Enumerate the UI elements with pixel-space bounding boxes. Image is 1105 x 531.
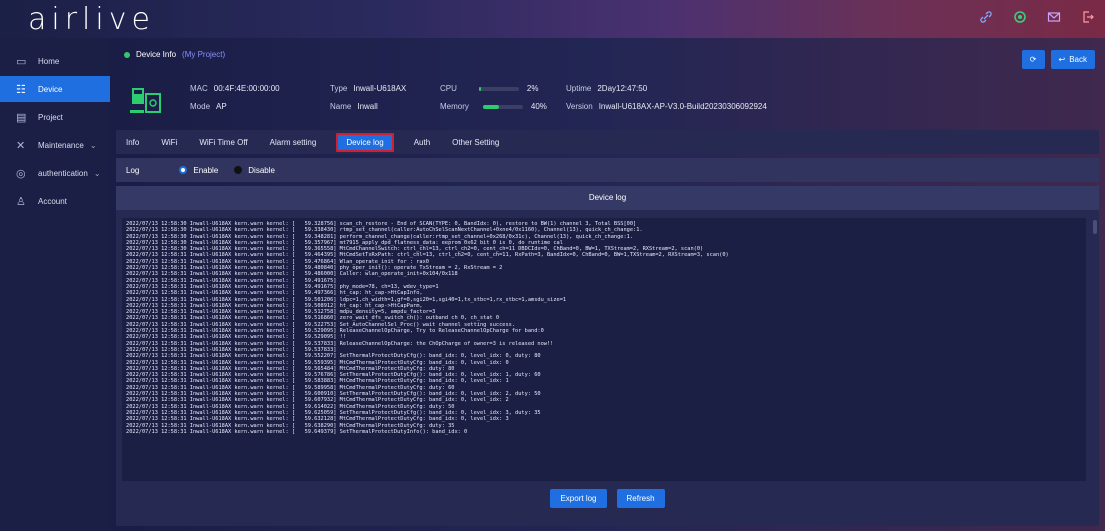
type-field: Type Inwall-U618AX bbox=[330, 84, 406, 93]
tab-other-setting[interactable]: Other Setting bbox=[450, 135, 501, 150]
cpu-bar-fill bbox=[478, 86, 482, 91]
tab-alarm-setting[interactable]: Alarm setting bbox=[268, 135, 319, 150]
project-name: (My Project) bbox=[182, 50, 226, 59]
version-field: Version Inwall-U618AX-AP-V3.0-Build202303… bbox=[566, 102, 767, 111]
cpu-label: CPU bbox=[440, 84, 457, 93]
back-label: Back bbox=[1069, 55, 1087, 64]
sidebar-item-home[interactable]: ▭ Home bbox=[0, 48, 110, 74]
device-info: MAC 00:4F:4E:00:00:00 Mode AP Type Inwall-U… bbox=[124, 80, 1084, 128]
tab-bar: Info WiFi WiFi Time Off Alarm setting De… bbox=[116, 130, 1099, 154]
cpu-value: 2% bbox=[526, 84, 539, 93]
top-icons bbox=[977, 8, 1097, 26]
memory-value: 40% bbox=[530, 102, 547, 111]
sidebar: ▭ Home ☷ Device ▤ Project ✕ Maintenance … bbox=[0, 38, 110, 531]
cpu-bar bbox=[478, 86, 519, 91]
uptime-field: Uptime 2Day12:47:50 bbox=[566, 84, 647, 93]
refresh-button[interactable]: ⟳ bbox=[1021, 50, 1045, 69]
sidebar-item-label: Maintenance bbox=[38, 140, 84, 150]
chevron-down-icon: ⌄ bbox=[93, 168, 101, 178]
back-button[interactable]: ↩ Back bbox=[1050, 50, 1095, 69]
mac-field: MAC 00:4F:4E:00:00:00 bbox=[190, 84, 280, 93]
mode-field: Mode AP bbox=[190, 102, 227, 111]
users-icon: ♙ bbox=[16, 195, 26, 208]
page-title: Device Info bbox=[136, 50, 177, 59]
enable-radio[interactable] bbox=[179, 166, 188, 174]
enable-label: Enable bbox=[193, 165, 219, 175]
mode-value: AP bbox=[216, 102, 227, 111]
sidebar-item-authentication[interactable]: ◎ authentication ⌄ bbox=[0, 160, 110, 186]
uptime-label: Uptime bbox=[566, 84, 592, 93]
type-value: Inwall-U618AX bbox=[353, 84, 407, 93]
log-line: 2022/07/13 12:58:31 Inwall-U618AX kern.w… bbox=[126, 428, 468, 435]
tab-auth[interactable]: Auth bbox=[412, 135, 432, 150]
sidebar-item-label: Home bbox=[38, 56, 60, 66]
device-icon bbox=[130, 88, 161, 113]
settings-icon[interactable] bbox=[1011, 8, 1029, 26]
header-buttons: ⟳ ↩ Back bbox=[1021, 50, 1095, 69]
top-bar: airlive bbox=[0, 0, 1105, 38]
version-label: Version bbox=[566, 102, 593, 111]
sidebar-item-label: authentication bbox=[38, 168, 88, 178]
log-setting-row: Log Enable Disable bbox=[116, 158, 1099, 182]
logout-icon[interactable] bbox=[1079, 8, 1097, 26]
sidebar-item-device[interactable]: ☷ Device bbox=[0, 76, 110, 102]
export-log-button[interactable]: Export log bbox=[550, 489, 607, 508]
tab-device-log[interactable]: Device log bbox=[336, 132, 394, 152]
log-label: Log bbox=[126, 165, 140, 175]
sidebar-item-account[interactable]: ♙ Account bbox=[0, 188, 110, 214]
sidebar-item-label: Device bbox=[38, 84, 63, 94]
device-list-icon: ☷ bbox=[16, 83, 26, 96]
uptime-value: 2Day12:47:50 bbox=[597, 84, 648, 93]
name-value: Inwall bbox=[357, 102, 378, 111]
chevron-down-icon: ⌄ bbox=[89, 140, 97, 150]
mac-label: MAC bbox=[190, 84, 208, 93]
main-content: Device Info (My Project) ⟳ ↩ Back MAC 00:… bbox=[110, 38, 1105, 531]
tab-info[interactable]: Info bbox=[124, 135, 141, 150]
refresh-log-button[interactable]: Refresh bbox=[616, 489, 665, 508]
version-value: Inwall-U618AX-AP-V3.0-Build2023030609292… bbox=[598, 102, 767, 111]
name-field: Name Inwall bbox=[330, 102, 378, 111]
device-log-panel: Device log 2022/07/13 12:58:30 Inwall-U6… bbox=[116, 186, 1099, 526]
sidebar-item-label: Account bbox=[38, 196, 67, 206]
back-icon: ↩ bbox=[1058, 55, 1066, 64]
memory-bar bbox=[482, 104, 523, 109]
cpu-field: CPU 2% bbox=[440, 84, 538, 93]
panel-title: Device log bbox=[116, 186, 1099, 210]
status-online-dot bbox=[124, 51, 130, 58]
disable-label: Disable bbox=[248, 165, 275, 175]
footer-buttons: Export log Refresh bbox=[116, 489, 1099, 508]
tab-wifi[interactable]: WiFi bbox=[159, 135, 179, 150]
name-label: Name bbox=[330, 102, 352, 111]
brand-logo: airlive bbox=[28, 2, 155, 37]
mac-value: 00:4F:4E:00:00:00 bbox=[213, 84, 280, 93]
device-info-header: Device Info (My Project) bbox=[124, 50, 225, 59]
mail-icon[interactable] bbox=[1045, 8, 1063, 26]
log-scrollbar[interactable] bbox=[1093, 220, 1097, 234]
sidebar-item-project[interactable]: ▤ Project bbox=[0, 104, 110, 130]
sidebar-item-maintenance[interactable]: ✕ Maintenance ⌄ bbox=[0, 132, 110, 158]
tab-wifi-time-off[interactable]: WiFi Time Off bbox=[197, 135, 249, 150]
memory-label: Memory bbox=[440, 102, 469, 111]
check-circle-icon: ◎ bbox=[16, 167, 26, 180]
memory-bar-fill bbox=[482, 104, 499, 109]
mode-label: Mode bbox=[190, 102, 211, 111]
memory-field: Memory 40% bbox=[440, 102, 547, 111]
log-textarea[interactable]: 2022/07/13 12:58:30 Inwall-U618AX kern.w… bbox=[122, 218, 1086, 481]
project-icon: ▤ bbox=[16, 111, 27, 124]
monitor-icon: ▭ bbox=[16, 55, 27, 68]
refresh-icon: ⟳ bbox=[1029, 55, 1037, 64]
sidebar-item-label: Project bbox=[38, 112, 63, 122]
disable-radio[interactable] bbox=[234, 166, 243, 174]
link-icon[interactable] bbox=[977, 8, 995, 26]
type-label: Type bbox=[330, 84, 348, 93]
tools-icon: ✕ bbox=[16, 139, 26, 152]
